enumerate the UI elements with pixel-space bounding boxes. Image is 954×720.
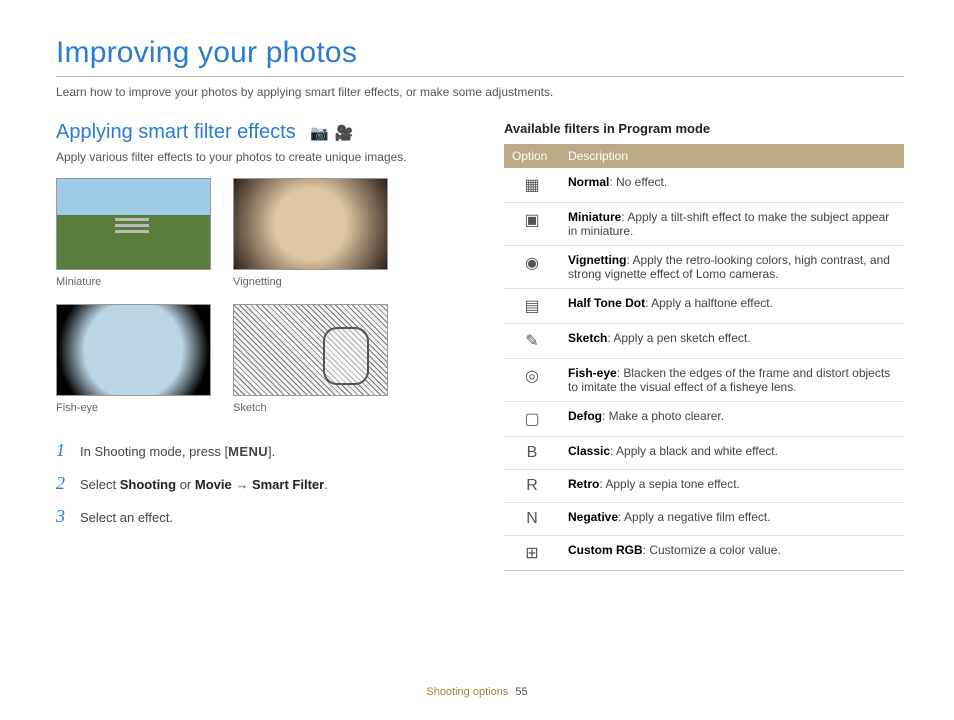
filter-icon: R [504,470,560,503]
thumb-vignetting [233,178,388,270]
caption-sketch: Sketch [233,402,388,414]
th-option: Option [504,144,560,168]
divider [56,76,904,77]
filter-description: Fish-eye: Blacken the edges of the frame… [560,359,904,402]
table-row: NNegative: Apply a negative film effect. [504,503,904,536]
filter-description: Sketch: Apply a pen sketch effect. [560,324,904,359]
step-number: 2 [56,473,70,494]
table-row: ▣Miniature: Apply a tilt-shift effect to… [504,203,904,246]
thumb-miniature [56,178,211,270]
thumb-fisheye [56,304,211,396]
table-row: RRetro: Apply a sepia tone effect. [504,470,904,503]
filter-icon: ⊞ [504,536,560,571]
step-bold: Smart Filter [252,477,324,492]
mode-icons: 📷 🎥 [310,124,353,142]
page-subtitle: Learn how to improve your photos by appl… [56,85,904,99]
table-heading: Available filters in Program mode [504,121,904,136]
section-intro: Apply various filter effects to your pho… [56,150,464,164]
filter-icon: B [504,437,560,470]
step-number: 1 [56,440,70,461]
caption-fisheye: Fish-eye [56,402,211,414]
step-bold: Shooting [120,477,176,492]
step-text: In Shooting mode, press [ [80,444,228,459]
step-1: 1 In Shooting mode, press [MENU]. [56,440,464,461]
filter-icon: ✎ [504,324,560,359]
filter-icon: ▤ [504,289,560,324]
step-text: Select an effect. [80,510,173,525]
filter-icon: N [504,503,560,536]
th-description: Description [560,144,904,168]
filter-icon: ▣ [504,203,560,246]
filter-description: Defog: Make a photo clearer. [560,402,904,437]
caption-miniature: Miniature [56,276,211,288]
table-row: ▢Defog: Make a photo clearer. [504,402,904,437]
table-row: ✎Sketch: Apply a pen sketch effect. [504,324,904,359]
step-2: 2 Select Shooting or Movie → Smart Filte… [56,473,464,494]
table-row: ▦Normal: No effect. [504,168,904,203]
filters-table: Option Description ▦Normal: No effect.▣M… [504,144,904,571]
filter-icon: ◉ [504,246,560,289]
filter-description: Custom RGB: Customize a color value. [560,536,904,571]
filter-description: Vignetting: Apply the retro-looking colo… [560,246,904,289]
menu-label: MENU [228,444,268,459]
filter-icon: ▢ [504,402,560,437]
table-row: ◉Vignetting: Apply the retro-looking col… [504,246,904,289]
filter-description: Miniature: Apply a tilt-shift effect to … [560,203,904,246]
camera-icon: 📷 [310,124,329,142]
step-number: 3 [56,506,70,527]
page-title: Improving your photos [56,36,904,70]
step-text: . [324,477,328,492]
thumb-sketch [233,304,388,396]
filter-icon: ◎ [504,359,560,402]
step-3: 3 Select an effect. [56,506,464,527]
arrow-icon: → [232,477,252,492]
page-footer: Shooting options 55 [0,686,954,698]
step-text: or [176,477,195,492]
step-bold: Movie [195,477,232,492]
filter-icon: ▦ [504,168,560,203]
footer-page-number: 55 [515,686,527,698]
table-row: ⊞Custom RGB: Customize a color value. [504,536,904,571]
table-row: ▤Half Tone Dot: Apply a halftone effect. [504,289,904,324]
footer-section: Shooting options [426,686,508,698]
step-text: ]. [268,444,275,459]
movie-icon: 🎥 [335,124,354,142]
caption-vignetting: Vignetting [233,276,388,288]
filter-description: Classic: Apply a black and white effect. [560,437,904,470]
filter-description: Normal: No effect. [560,168,904,203]
step-text: Select [80,477,120,492]
filter-description: Half Tone Dot: Apply a halftone effect. [560,289,904,324]
filter-description: Negative: Apply a negative film effect. [560,503,904,536]
filter-description: Retro: Apply a sepia tone effect. [560,470,904,503]
section-title: Applying smart filter effects [56,121,296,144]
table-row: BClassic: Apply a black and white effect… [504,437,904,470]
table-row: ◎Fish-eye: Blacken the edges of the fram… [504,359,904,402]
